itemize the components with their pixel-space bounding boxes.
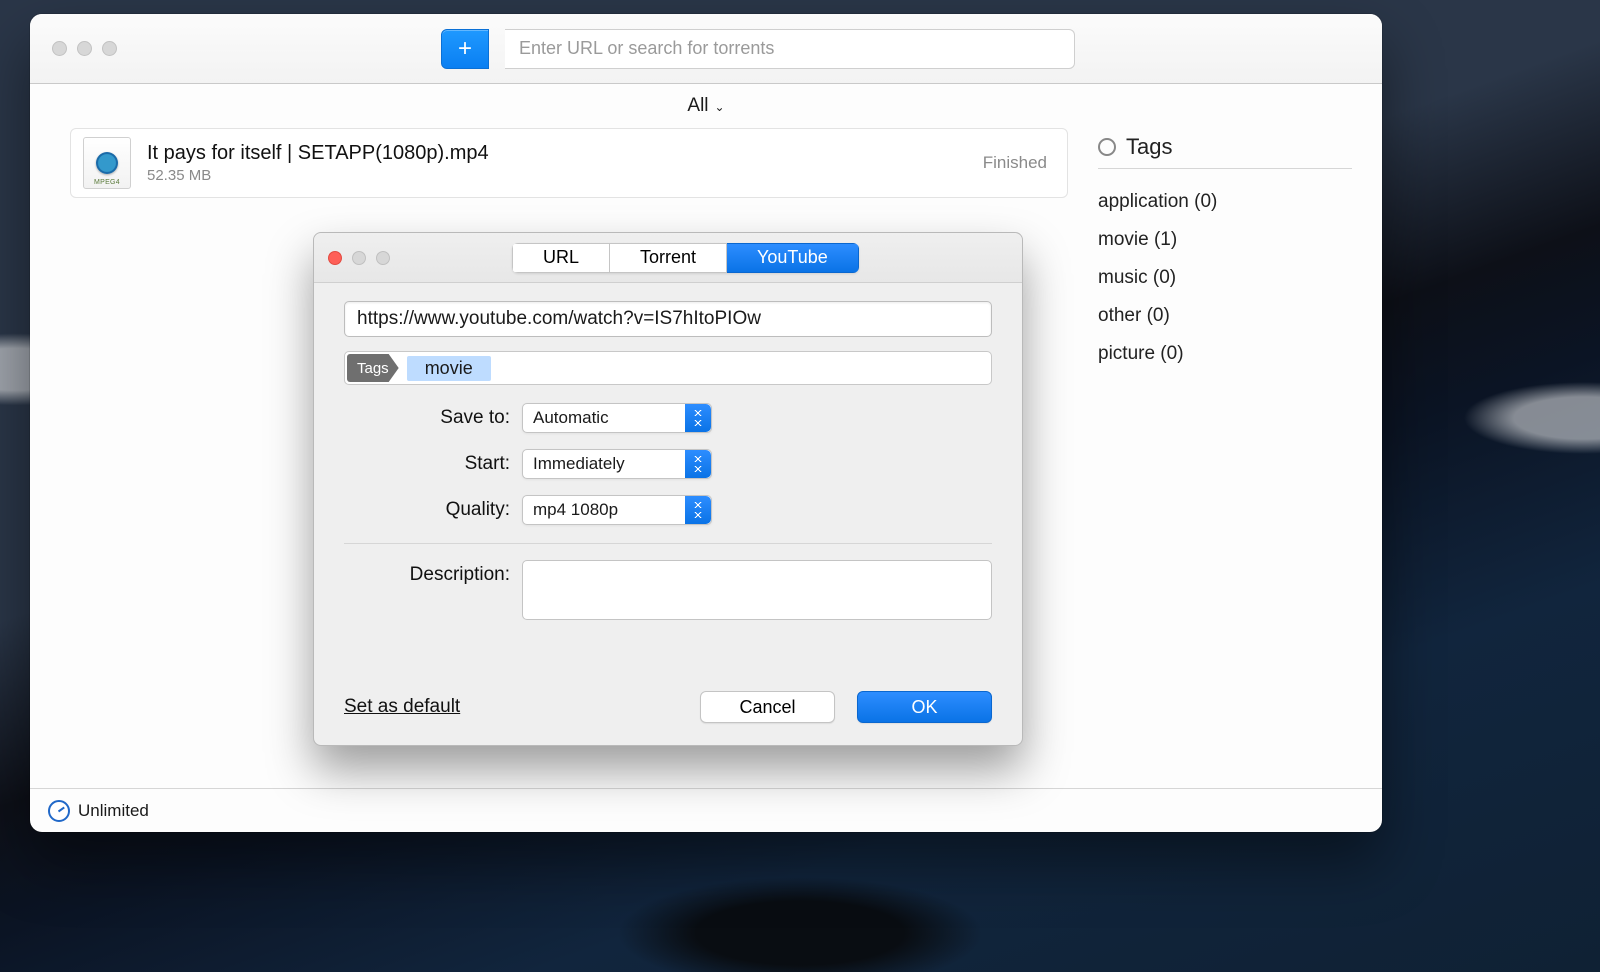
tag-item[interactable]: movie (1) — [1098, 221, 1352, 259]
dialog-body: https://www.youtube.com/watch?v=IS7hItoP… — [314, 283, 1022, 745]
divider — [344, 543, 992, 544]
options-form: Save to: Automatic Start: Immediately Qu… — [344, 403, 992, 525]
window-zoom-icon[interactable] — [102, 41, 117, 56]
description-row: Description: — [344, 560, 992, 620]
tab-url[interactable]: URL — [512, 243, 610, 273]
set-as-default-link[interactable]: Set as default — [344, 696, 460, 718]
add-download-dialog: URL Torrent YouTube https://www.youtube.… — [313, 232, 1023, 746]
speed-label: Unlimited — [78, 801, 149, 821]
save-to-value: Automatic — [533, 408, 609, 428]
plus-icon: + — [458, 35, 472, 63]
save-to-select[interactable]: Automatic — [522, 403, 712, 433]
window-close-icon[interactable] — [52, 41, 67, 56]
tags-radio-icon — [1098, 138, 1116, 156]
add-button[interactable]: + — [441, 29, 489, 69]
download-item-text: It pays for itself | SETAPP(1080p).mp4 5… — [147, 142, 967, 184]
description-label: Description: — [344, 560, 522, 620]
window-minimize-icon[interactable] — [77, 41, 92, 56]
stepper-icon — [685, 450, 711, 478]
download-status: Finished — [983, 153, 1047, 173]
dialog-zoom-icon — [376, 251, 390, 265]
tag-list: application (0) movie (1) music (0) othe… — [1098, 183, 1352, 373]
file-thumbnail — [83, 137, 131, 189]
tab-torrent[interactable]: Torrent — [610, 243, 727, 273]
tag-item[interactable]: application (0) — [1098, 183, 1352, 221]
tags-input[interactable]: Tags movie — [344, 351, 992, 385]
search-input[interactable] — [505, 29, 1075, 69]
sidebar: Tags application (0) movie (1) music (0)… — [1090, 128, 1382, 788]
tags-chip-label: Tags — [347, 354, 399, 382]
tab-youtube[interactable]: YouTube — [727, 243, 859, 273]
source-segmented-control: URL Torrent YouTube — [512, 243, 859, 273]
dialog-window-controls — [328, 251, 390, 265]
dialog-titlebar: URL Torrent YouTube — [314, 233, 1022, 283]
start-select[interactable]: Immediately — [522, 449, 712, 479]
download-size: 52.35 MB — [147, 167, 967, 184]
titlebar: + — [30, 14, 1382, 84]
start-label: Start: — [344, 453, 522, 475]
tag-item[interactable]: picture (0) — [1098, 335, 1352, 373]
download-item[interactable]: It pays for itself | SETAPP(1080p).mp4 5… — [70, 128, 1068, 198]
ok-button[interactable]: OK — [857, 691, 992, 723]
cancel-button[interactable]: Cancel — [700, 691, 835, 723]
tags-heading[interactable]: Tags — [1098, 134, 1352, 169]
tag-item[interactable]: other (0) — [1098, 297, 1352, 335]
start-value: Immediately — [533, 454, 625, 474]
status-bar: Unlimited — [30, 788, 1382, 832]
dialog-minimize-icon — [352, 251, 366, 265]
tag-item[interactable]: music (0) — [1098, 259, 1352, 297]
quality-select[interactable]: mp4 1080p — [522, 495, 712, 525]
quicktime-icon — [96, 152, 118, 174]
dialog-footer: Set as default Cancel OK — [344, 691, 992, 745]
url-value: https://www.youtube.com/watch?v=IS7hItoP… — [357, 308, 761, 330]
chevron-down-icon: ⌄ — [715, 100, 725, 114]
description-input[interactable] — [522, 560, 992, 620]
stepper-icon — [685, 404, 711, 432]
save-to-label: Save to: — [344, 407, 522, 429]
url-input[interactable]: https://www.youtube.com/watch?v=IS7hItoP… — [344, 301, 992, 337]
stepper-icon — [685, 496, 711, 524]
filter-label: All — [687, 95, 708, 117]
speed-gauge-icon[interactable] — [48, 800, 70, 822]
dialog-close-icon[interactable] — [328, 251, 342, 265]
quality-value: mp4 1080p — [533, 500, 618, 520]
tag-token-movie[interactable]: movie — [407, 356, 491, 381]
filter-bar[interactable]: All ⌄ — [30, 84, 1382, 128]
window-controls — [46, 41, 117, 56]
quality-label: Quality: — [344, 499, 522, 521]
download-title: It pays for itself | SETAPP(1080p).mp4 — [147, 142, 967, 165]
tags-heading-label: Tags — [1126, 134, 1172, 160]
